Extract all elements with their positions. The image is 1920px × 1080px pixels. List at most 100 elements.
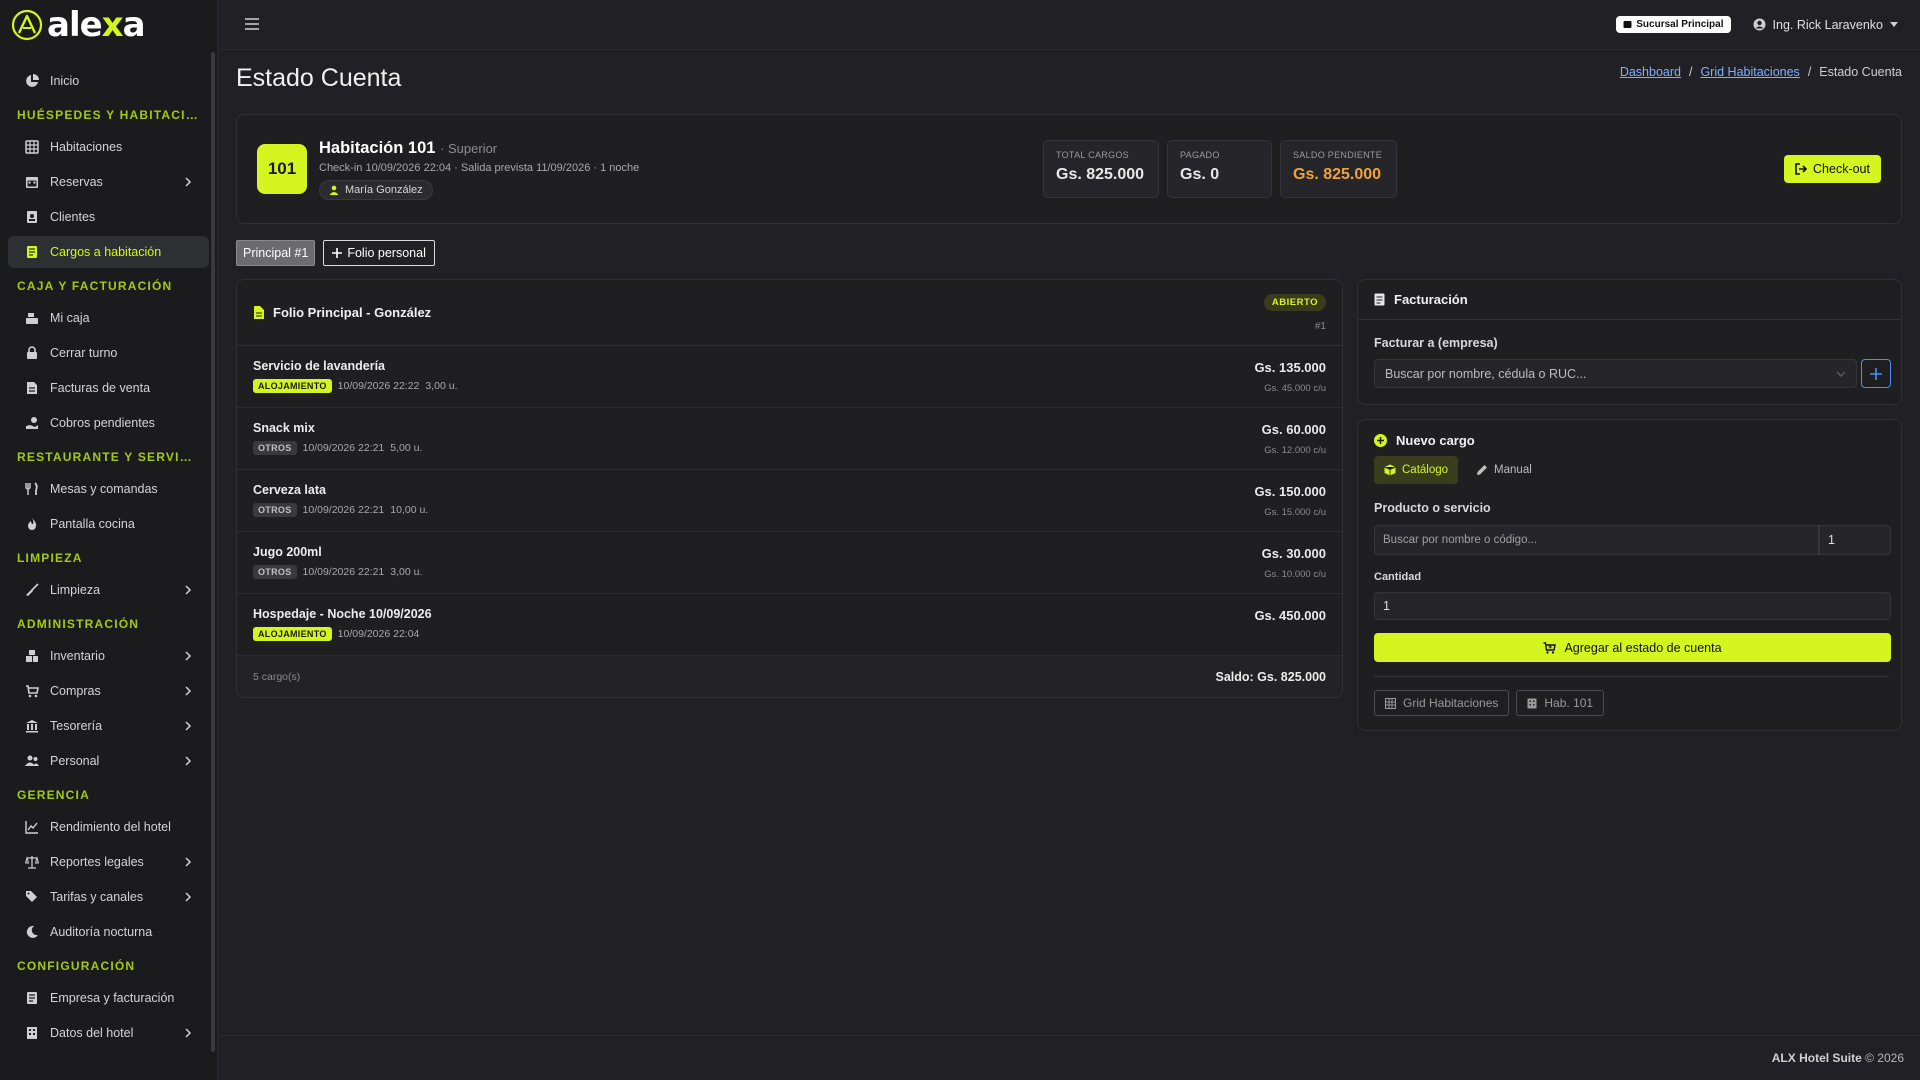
brand-logo[interactable]: alexa xyxy=(0,0,217,50)
charge-category-tag: ALOJAMIENTO xyxy=(253,379,332,393)
sidebar-item-tesoreria[interactable]: Tesorería xyxy=(8,710,209,742)
product-qty-input[interactable]: 1 xyxy=(1819,525,1891,555)
new-charge-header: Nuevo cargo xyxy=(1358,420,1901,460)
sidebar-section-guests: Huéspedes y habitacio... xyxy=(17,108,209,122)
sidebar-item-datos-hotel[interactable]: Datos del hotel xyxy=(8,1017,209,1049)
calendar-icon xyxy=(25,175,39,189)
sidebar-item-reservas[interactable]: Reservas xyxy=(8,166,209,198)
sidebar-item-clientes[interactable]: Clientes xyxy=(8,201,209,233)
add-to-account-button[interactable]: Agregar al estado de cuenta xyxy=(1374,633,1891,662)
room-number-badge: 101 xyxy=(257,144,307,194)
grid-icon xyxy=(25,140,39,154)
sidebar-item-inicio[interactable]: Inicio xyxy=(8,65,209,97)
breadcrumb-grid-habitaciones[interactable]: Grid Habitaciones xyxy=(1700,65,1799,79)
user-name: Ing. Rick Laravenko xyxy=(1772,17,1883,32)
sidebar-section-config: Configuración xyxy=(17,959,136,973)
hamburger-menu-icon[interactable] xyxy=(245,17,261,32)
receipt-icon xyxy=(25,991,39,1005)
sidebar-item-personal[interactable]: Personal xyxy=(8,745,209,777)
sidebar-item-cargos-habitacion[interactable]: Cargos a habitación xyxy=(8,236,209,268)
hand-coin-icon xyxy=(25,416,39,430)
room-title: Habitación 101 xyxy=(319,138,436,157)
folio-number: #1 xyxy=(1314,321,1326,332)
charge-category-tag: OTROS xyxy=(253,503,297,517)
branch-badge[interactable]: Sucursal Principal xyxy=(1616,16,1731,33)
chevron-down-icon xyxy=(1836,371,1846,377)
room-info: Habitación 101 · Superior Check-in 10/09… xyxy=(319,139,1043,200)
sidebar-item-pantalla-cocina[interactable]: Pantalla cocina xyxy=(8,508,209,540)
chevron-right-icon xyxy=(183,585,193,595)
sidebar-item-compras[interactable]: Compras xyxy=(8,675,209,707)
charge-unit-price: Gs. 12.000 c/u xyxy=(1264,445,1326,456)
building-icon xyxy=(25,1026,39,1040)
pie-chart-icon xyxy=(25,74,39,88)
add-folio-personal-button[interactable]: Folio personal xyxy=(323,240,435,266)
topbar: Sucursal Principal Ing. Rick Laravenko xyxy=(219,0,1920,50)
stat-paid: Pagado Gs. 0 xyxy=(1167,140,1272,198)
invoice-icon xyxy=(25,381,39,395)
sidebar-section-cash: Caja y facturación xyxy=(17,279,173,293)
product-label: Producto o servicio xyxy=(1374,501,1491,515)
divider xyxy=(1374,676,1889,677)
sidebar-section-restaurant: Restaurante y servici... xyxy=(17,450,208,464)
alexa-logo-icon xyxy=(11,9,43,41)
room-101-link[interactable]: Hab. 101 xyxy=(1516,690,1605,716)
folio-balance: Saldo: Gs. 825.000 xyxy=(1215,670,1326,684)
charge-unit-price: Gs. 45.000 c/u xyxy=(1264,383,1326,394)
charge-category-tag: OTROS xyxy=(253,441,297,455)
sidebar-item-facturas-venta[interactable]: Facturas de venta xyxy=(8,372,209,404)
sidebar-item-tarifas-canales[interactable]: Tarifas y canales xyxy=(8,881,209,913)
broom-icon xyxy=(25,583,39,597)
charge-row[interactable]: Jugo 200ml OTROS 10/09/2026 22:21 3,00 u… xyxy=(237,532,1342,594)
charge-mode-tabs: Catálogo Manual xyxy=(1374,456,1542,484)
sidebar-item-limpieza[interactable]: Limpieza xyxy=(8,574,209,606)
sidebar-item-mesas-comandas[interactable]: Mesas y comandas xyxy=(8,473,209,505)
sidebar-item-inventario[interactable]: Inventario xyxy=(8,640,209,672)
billing-company-select[interactable]: Buscar por nombre, cédula o RUC... xyxy=(1374,359,1857,388)
sidebar-item-mi-caja[interactable]: Mi caja xyxy=(8,302,209,334)
box-icon xyxy=(1384,464,1396,476)
sidebar-item-reportes-legales[interactable]: Reportes legales xyxy=(8,846,209,878)
guest-chip[interactable]: María González xyxy=(319,179,433,200)
boxes-icon xyxy=(25,649,39,663)
charge-row[interactable]: Hospedaje - Noche 10/09/2026 ALOJAMIENTO… xyxy=(237,594,1342,656)
utensils-icon xyxy=(25,482,39,496)
charge-row[interactable]: Snack mix OTROS 10/09/2026 22:21 5,00 u.… xyxy=(237,408,1342,470)
bank-icon xyxy=(25,719,39,733)
chevron-right-icon xyxy=(183,177,193,187)
sidebar-item-cerrar-turno[interactable]: Cerrar turno xyxy=(8,337,209,369)
chevron-right-icon xyxy=(183,857,193,867)
plus-icon xyxy=(332,248,343,258)
tab-folio-principal[interactable]: Principal #1 xyxy=(236,240,316,266)
quantity-input[interactable]: 1 xyxy=(1374,592,1891,620)
add-company-button[interactable] xyxy=(1861,359,1891,388)
page-title: Estado Cuenta xyxy=(236,64,402,92)
sidebar-item-empresa-facturacion[interactable]: Empresa y facturación xyxy=(8,982,209,1014)
breadcrumb-current: Estado Cuenta xyxy=(1819,65,1902,79)
checkout-button[interactable]: Check-out xyxy=(1784,155,1881,183)
users-icon xyxy=(25,754,39,768)
sidebar-item-cobros-pendientes[interactable]: Cobros pendientes xyxy=(8,407,209,439)
folio-title: Folio Principal - González xyxy=(273,305,432,320)
chevron-right-icon xyxy=(183,721,193,731)
breadcrumb-dashboard[interactable]: Dashboard xyxy=(1620,65,1681,79)
charge-row[interactable]: Cerveza lata OTROS 10/09/2026 22:21 10,0… xyxy=(237,470,1342,532)
user-menu[interactable]: Ing. Rick Laravenko xyxy=(1753,18,1898,32)
invoice-icon xyxy=(1374,293,1385,306)
charge-count: 5 cargo(s) xyxy=(253,671,301,683)
sidebar-scrollbar[interactable] xyxy=(211,52,215,1052)
charge-amount: Gs. 135.000 xyxy=(1254,360,1326,375)
sidebar-item-rendimiento[interactable]: Rendimiento del hotel xyxy=(8,811,209,843)
shopping-cart-icon xyxy=(25,684,39,698)
product-search-input[interactable] xyxy=(1374,525,1819,555)
sidebar-nav: Inicio Huéspedes y habitacio... Habitaci… xyxy=(0,50,217,1049)
sidebar-item-auditoria-nocturna[interactable]: Auditoría nocturna xyxy=(8,916,209,948)
charge-row[interactable]: Servicio de lavandería ALOJAMIENTO 10/09… xyxy=(237,346,1342,408)
plus-icon xyxy=(1870,367,1882,380)
tab-manual[interactable]: Manual xyxy=(1466,456,1542,484)
grid-habitaciones-link[interactable]: Grid Habitaciones xyxy=(1374,690,1510,716)
room-type: · Superior xyxy=(440,140,498,156)
tab-catalogo[interactable]: Catálogo xyxy=(1374,456,1459,484)
new-charge-panel: Nuevo cargo Catálogo Manual Producto o s… xyxy=(1357,419,1902,731)
sidebar-item-habitaciones[interactable]: Habitaciones xyxy=(8,131,209,163)
